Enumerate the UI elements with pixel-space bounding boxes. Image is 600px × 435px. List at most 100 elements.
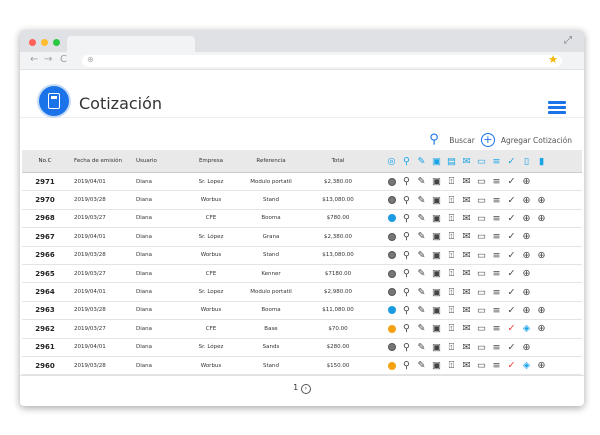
edit-icon[interactable]: ✎ [414, 322, 429, 336]
check-icon[interactable]: ✓ [504, 322, 519, 336]
comment-icon[interactable]: ▭ [474, 211, 489, 225]
check-icon[interactable]: ✓ [504, 285, 519, 299]
add-icon[interactable]: ⊕ [534, 322, 549, 336]
edit-icon[interactable]: ✎ [414, 285, 429, 299]
edit-icon[interactable]: ✎ [414, 303, 429, 317]
add-icon[interactable]: ⊕ [519, 285, 534, 299]
check-icon[interactable]: ✓ [504, 230, 519, 244]
mail-icon[interactable]: ✉ [459, 193, 474, 207]
comment-icon[interactable]: ▭ [474, 359, 489, 373]
pdf-download-icon[interactable]: ⍐ [444, 359, 459, 373]
add-icon[interactable]: ⊕ [519, 175, 534, 189]
check-icon[interactable]: ✓ [504, 211, 519, 225]
expand-icon[interactable]: ⤢ [564, 35, 572, 46]
pdf-download-icon[interactable]: ⍐ [444, 211, 459, 225]
check-icon[interactable]: ✓ [504, 193, 519, 207]
mail-icon[interactable]: ✉ [459, 211, 474, 225]
list-icon[interactable]: ≡ [489, 230, 504, 244]
list-icon[interactable]: ≡ [489, 175, 504, 189]
add-quote-label[interactable]: Agregar Cotización [501, 136, 572, 145]
check-icon[interactable]: ✓ [504, 359, 519, 373]
mail-icon[interactable]: ✉ [459, 285, 474, 299]
close-window-button[interactable] [29, 39, 36, 46]
mail-icon[interactable]: ✉ [459, 340, 474, 354]
comment-icon[interactable]: ▭ [474, 267, 489, 281]
pdf-icon[interactable]: ▣ [429, 359, 444, 373]
edit-icon[interactable]: ✎ [414, 248, 429, 262]
search-icon[interactable]: ⚲ [399, 175, 414, 189]
pdf-icon[interactable]: ▣ [429, 267, 444, 281]
edit-icon[interactable]: ✎ [414, 193, 429, 207]
edit-icon[interactable]: ✎ [414, 211, 429, 225]
hamburger-menu-icon[interactable] [548, 101, 566, 115]
pdf-download-icon[interactable]: ⍐ [444, 193, 459, 207]
search-icon[interactable]: ⚲ [399, 303, 414, 317]
search-icon[interactable]: ⚲ [399, 211, 414, 225]
add-icon[interactable]: ⊕ [534, 359, 549, 373]
mail-icon[interactable]: ✉ [459, 267, 474, 281]
comment-icon[interactable]: ▭ [474, 285, 489, 299]
comment-icon[interactable]: ▭ [474, 340, 489, 354]
table-row[interactable]: 2965 2019/03/27 Diana CFE Kenner $7180.00 ⚲ ✎ ▣ ⍐… [22, 265, 582, 284]
list-icon[interactable]: ≡ [489, 193, 504, 207]
table-row[interactable]: 2971 2019/04/01 Diana Sr. Lopez Modulo porta… [22, 173, 582, 192]
mail-icon[interactable]: ✉ [459, 303, 474, 317]
pdf-icon[interactable]: ▣ [429, 285, 444, 299]
reload-icon[interactable]: C [60, 54, 67, 65]
back-arrow-icon[interactable]: ← [30, 54, 38, 65]
search-icon[interactable]: ⚲ [399, 230, 414, 244]
add-circle-icon[interactable]: + [480, 133, 495, 147]
pdf-icon[interactable]: ▣ [429, 193, 444, 207]
table-row[interactable]: 2970 2019/03/28 Diana Worbus Stand $13,080.00… [22, 191, 582, 210]
comment-icon[interactable]: ▭ [474, 322, 489, 336]
add-icon[interactable]: ⊕ [534, 248, 549, 262]
search-label[interactable]: Buscar [449, 136, 475, 145]
check-icon[interactable]: ✓ [504, 248, 519, 262]
list-icon[interactable]: ≡ [489, 211, 504, 225]
list-icon[interactable]: ≡ [489, 359, 504, 373]
table-row[interactable]: 2968 2019/03/27 Diana CFE Booma $780.00 ⚲ ✎ ▣ ⍐ ✉ ▭… [22, 210, 582, 229]
pdf-download-icon[interactable]: ⍐ [444, 267, 459, 281]
pdf-download-icon[interactable]: ⍐ [444, 285, 459, 299]
edit-icon[interactable]: ✎ [414, 267, 429, 281]
search-icon[interactable]: ⚲ [399, 248, 414, 262]
add-icon[interactable]: ⊕ [534, 303, 549, 317]
add-icon[interactable]: ⊕ [519, 211, 534, 225]
mail-icon[interactable]: ✉ [459, 175, 474, 189]
search-icon[interactable]: ⚲ [399, 359, 414, 373]
edit-icon[interactable]: ✎ [414, 230, 429, 244]
pdf-icon[interactable]: ▣ [429, 340, 444, 354]
list-icon[interactable]: ≡ [489, 285, 504, 299]
check-icon[interactable]: ✓ [504, 175, 519, 189]
comment-icon[interactable]: ▭ [474, 193, 489, 207]
list-icon[interactable]: ≡ [489, 267, 504, 281]
cube-icon[interactable]: ◈ [519, 359, 534, 373]
minimize-window-button[interactable] [41, 39, 48, 46]
search-icon[interactable]: ⚲ [399, 267, 414, 281]
next-page-icon[interactable]: › [300, 384, 311, 394]
list-icon[interactable]: ≡ [489, 248, 504, 262]
check-icon[interactable]: ✓ [504, 303, 519, 317]
check-icon[interactable]: ✓ [504, 267, 519, 281]
table-row[interactable]: 2963 2019/03/28 Diana Worbus Booma $11,080.00… [22, 302, 582, 321]
pdf-icon[interactable]: ▣ [429, 303, 444, 317]
maximize-window-button[interactable] [53, 39, 60, 46]
pdf-icon[interactable]: ▣ [429, 248, 444, 262]
pdf-icon[interactable]: ▣ [429, 211, 444, 225]
add-icon[interactable]: ⊕ [519, 248, 534, 262]
comment-icon[interactable]: ▭ [474, 230, 489, 244]
list-icon[interactable]: ≡ [489, 303, 504, 317]
table-row[interactable]: 2962 2019/03/27 Diana CFE Base $70.00 ⚲ ✎ ▣ ⍐ ✉ ▭ ≡ ✓… [22, 320, 582, 339]
address-bar[interactable]: ⊕ ★ [82, 53, 562, 67]
search-icon[interactable]: ⚲ [399, 322, 414, 336]
pdf-download-icon[interactable]: ⍐ [444, 248, 459, 262]
add-icon[interactable]: ⊕ [519, 340, 534, 354]
pdf-download-icon[interactable]: ⍐ [444, 340, 459, 354]
comment-icon[interactable]: ▭ [474, 175, 489, 189]
page-number[interactable]: 1 [293, 383, 298, 392]
add-icon[interactable]: ⊕ [519, 193, 534, 207]
table-row[interactable]: 2964 2019/04/01 Diana Sr. Lopez Modulo porta… [22, 283, 582, 302]
table-row[interactable]: 2960 2019/03/28 Diana Worbus Stand $150.00 ⚲ ✎ ▣… [22, 357, 582, 376]
forward-arrow-icon[interactable]: → [44, 54, 52, 65]
pdf-icon[interactable]: ▣ [429, 230, 444, 244]
